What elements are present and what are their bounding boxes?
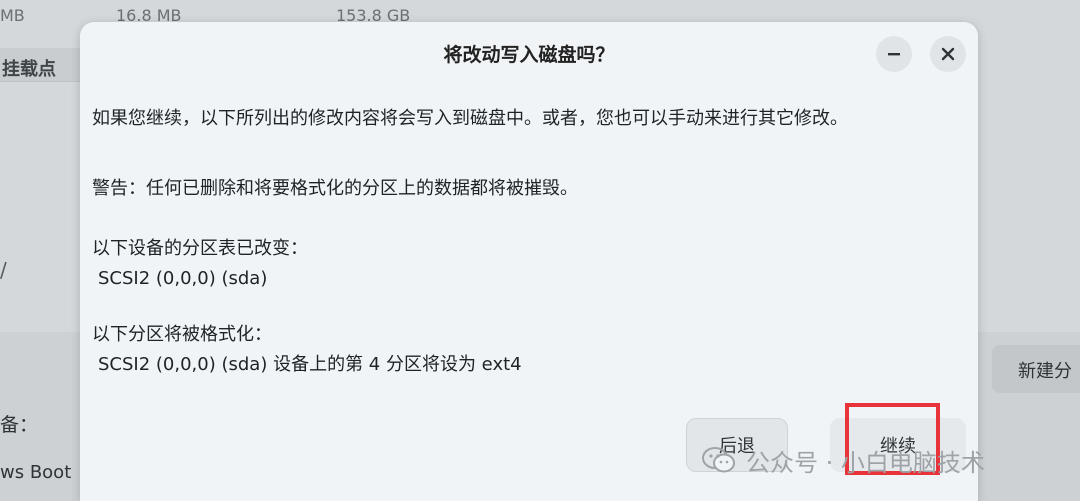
dialog-title: 将改动写入磁盘吗？ [443, 44, 615, 66]
watermark: 公众号 · 小白电脑技术 [702, 440, 985, 480]
minimize-icon [888, 53, 900, 56]
partition-table-device: SCSI2 (0,0,0) (sda) [98, 268, 268, 289]
close-icon [941, 47, 955, 61]
minimize-button[interactable] [876, 36, 912, 72]
background-boot-entry: ws Boot [0, 462, 72, 483]
close-button[interactable] [930, 36, 966, 72]
wechat-logo-icon [702, 447, 735, 473]
format-detail: SCSI2 (0,0,0) (sda) 设备上的第 4 分区将设为 ext4 [98, 354, 522, 375]
format-heading: 以下分区将被格式化： [92, 324, 272, 345]
bg-size-0: MB [0, 6, 25, 25]
intro-text: 如果您继续，以下所列出的修改内容将会写入到磁盘中。或者，您也可以手动来进行其它修… [92, 108, 848, 129]
background-mount-point-label: 挂载点 [2, 59, 56, 80]
background-root-mount: / [0, 258, 7, 282]
watermark-text: 公众号 · 小白电脑技术 [746, 448, 985, 477]
partition-table-heading: 以下设备的分区表已改变： [92, 238, 308, 259]
write-changes-dialog: 将改动写入磁盘吗？ 如果您继续，以下所列出的修改内容将会写入到磁盘中。或者，您也… [80, 22, 978, 501]
background-device-label: 备： [0, 414, 39, 436]
warning-text: 警告：任何已删除和将要格式化的分区上的数据都将被摧毁。 [92, 178, 578, 199]
background-new-partition-button: 新建分 [992, 345, 1080, 393]
